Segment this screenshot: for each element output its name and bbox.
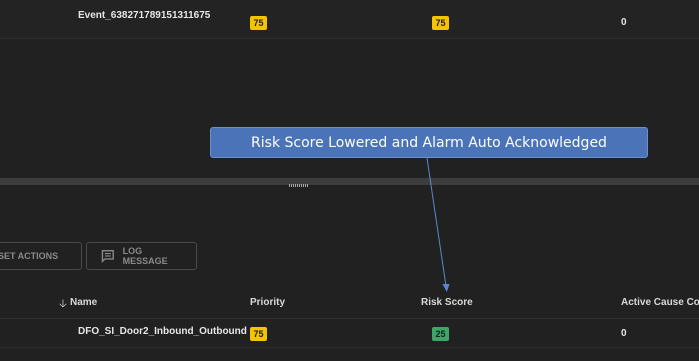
upper-table-row[interactable]: Event_638271789151311675 75 75 0	[0, 0, 699, 39]
alarm-name: DFO_SI_Door2_Inbound_Outbound	[78, 326, 247, 337]
column-header-name[interactable]: Name	[70, 297, 97, 308]
annotation-callout: Risk Score Lowered and Alarm Auto Acknow…	[210, 127, 648, 158]
log-message-label: LOG MESSAGE	[122, 246, 168, 266]
table-header: 🡣 Name Priority Risk Score Active Cause …	[0, 288, 699, 318]
event-name: Event_638271789151311675	[78, 10, 211, 21]
column-header-active-cause-count[interactable]: Active Cause Coun	[621, 297, 699, 308]
risk-score-badge: 75	[432, 16, 449, 30]
log-message-button[interactable]: LOG MESSAGE	[86, 242, 197, 270]
arrow-down-icon[interactable]: 🡣	[59, 295, 67, 314]
active-cause-count: 0	[621, 17, 627, 28]
priority-badge: 75	[250, 16, 267, 30]
table-row[interactable]: DFO_SI_Door2_Inbound_Outbound 75 25 0	[0, 318, 699, 348]
grip-icon[interactable]	[289, 184, 309, 187]
reset-actions-button[interactable]: SET ACTIONS	[0, 242, 82, 270]
risk-score-badge: 25	[432, 327, 449, 341]
column-header-priority[interactable]: Priority	[250, 297, 285, 308]
column-header-risk-score[interactable]: Risk Score	[421, 297, 473, 308]
priority-badge: 75	[250, 327, 267, 341]
pane-splitter[interactable]	[0, 178, 699, 185]
active-cause-count: 0	[621, 328, 627, 339]
message-icon	[101, 249, 114, 263]
callout-text: Risk Score Lowered and Alarm Auto Acknow…	[251, 134, 607, 151]
reset-actions-label: SET ACTIONS	[0, 251, 59, 261]
